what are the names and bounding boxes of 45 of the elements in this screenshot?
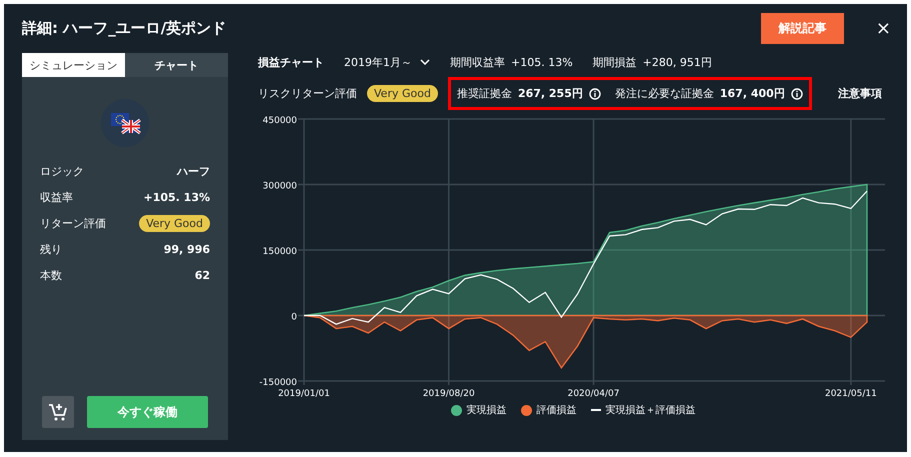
margin-value: 167, 400円 <box>720 86 785 101</box>
axis-label: 150000 <box>262 247 297 257</box>
legend-label: 実現損益＋評価損益 <box>606 404 696 417</box>
summary-value: +280, 951円 <box>642 54 712 70</box>
cart-plus-icon <box>48 402 68 422</box>
margin-label: 推奨証拠金 <box>456 86 512 101</box>
margin-value: 267, 255円 <box>518 86 583 101</box>
close-button[interactable]: × <box>872 18 895 39</box>
axis-label: -150000 <box>259 378 297 388</box>
tab[interactable]: チャート <box>125 53 228 77</box>
summary-label: 期間損益 <box>592 54 637 70</box>
notes-link[interactable]: 注意事項 <box>838 86 882 101</box>
stat-label: 本数 <box>40 268 62 283</box>
tab[interactable]: シミュレーション <box>22 53 125 77</box>
stat-label: ロジック <box>40 164 84 179</box>
cart-button[interactable] <box>42 396 74 428</box>
margin-label: 発注に必要な証拠金 <box>614 86 714 101</box>
summary-value: +105. 13% <box>511 56 573 68</box>
axis-label: 300000 <box>262 182 297 192</box>
period-dropdown[interactable]: 2019年1月～ <box>344 54 430 70</box>
chart-title: 損益チャート <box>258 54 324 70</box>
stat-value: 62 <box>194 269 210 282</box>
info-icon[interactable] <box>790 88 803 100</box>
summary-label: 期間収益率 <box>450 54 505 70</box>
axis-label: 2021/05/11 <box>824 389 877 397</box>
dialog-title: 詳細: ハーフ_ユーロ/英ポンド <box>22 19 226 38</box>
legend-label: 実現損益 <box>466 404 506 417</box>
stat-value: ハーフ <box>177 164 210 179</box>
axis-label: 2019/01/01 <box>278 389 330 397</box>
rating-badge: Very Good <box>367 85 438 102</box>
axis-label: 0 <box>291 312 297 322</box>
stat-value: +105. 13% <box>143 191 210 204</box>
axis-label: 450000 <box>262 116 297 126</box>
axis-label: 2019/08/20 <box>422 389 475 397</box>
stat-label: 収益率 <box>40 190 73 205</box>
stat-label: 残り <box>40 242 62 257</box>
rating-label: リスクリターン評価 <box>258 86 357 101</box>
axis-label: 2020/04/07 <box>568 389 620 397</box>
rating-badge: Very Good <box>139 215 210 232</box>
stat-value: 99, 996 <box>164 243 210 256</box>
chevron-down-icon <box>420 59 430 65</box>
flags-icon <box>101 99 149 147</box>
legend-label: 評価損益 <box>536 404 576 417</box>
info-icon[interactable] <box>588 88 601 100</box>
stat-label: リターン評価 <box>40 216 106 231</box>
